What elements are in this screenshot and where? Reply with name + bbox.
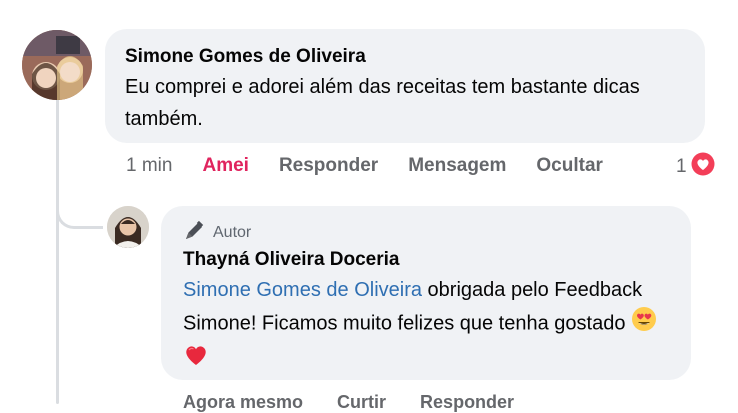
reply-button[interactable]: Responder [420,392,514,413]
red-heart-emoji-icon [183,342,209,378]
comment-bubble: Simone Gomes de Oliveira Eu comprei e ad… [105,29,705,143]
mention-link[interactable]: Simone Gomes de Oliveira [183,279,422,301]
comment-actions: 1 min Amei Responder Mensagem Ocultar [126,152,633,180]
reply-text: Simone Gomes de Oliveira obrigada pelo F… [183,274,669,378]
hide-button[interactable]: Ocultar [536,155,603,177]
comment-author[interactable]: Simone Gomes de Oliveira [125,45,685,69]
pen-icon [183,220,205,247]
reply-timestamp[interactable]: Agora mesmo [183,392,303,413]
avatar[interactable] [22,30,92,100]
avatar[interactable] [107,206,149,248]
reaction-summary[interactable]: 1 [676,150,717,184]
love-reaction-button[interactable]: Amei [202,155,248,177]
reply-actions: Agora mesmo Curtir Responder [183,392,548,413]
comment-timestamp[interactable]: 1 min [126,155,172,177]
reply-author[interactable]: Thayná Oliveira Doceria [183,248,669,272]
avatar-photo [22,30,92,100]
avatar-photo [107,206,149,248]
thread-branch [56,196,103,229]
message-button[interactable]: Mensagem [408,155,506,177]
reply-button[interactable]: Responder [279,155,378,177]
reply-bubble: Autor Thayná Oliveira Doceria Simone Gom… [161,206,691,380]
thread-line [56,96,59,404]
heart-eyes-emoji-icon [631,306,657,342]
comment-text: Eu comprei e adorei além das receitas te… [125,76,640,130]
author-badge: Autor [183,220,669,247]
like-button[interactable]: Curtir [337,392,386,413]
author-badge-label: Autor [213,224,252,241]
heart-icon [689,150,717,184]
reaction-count: 1 [676,156,687,177]
